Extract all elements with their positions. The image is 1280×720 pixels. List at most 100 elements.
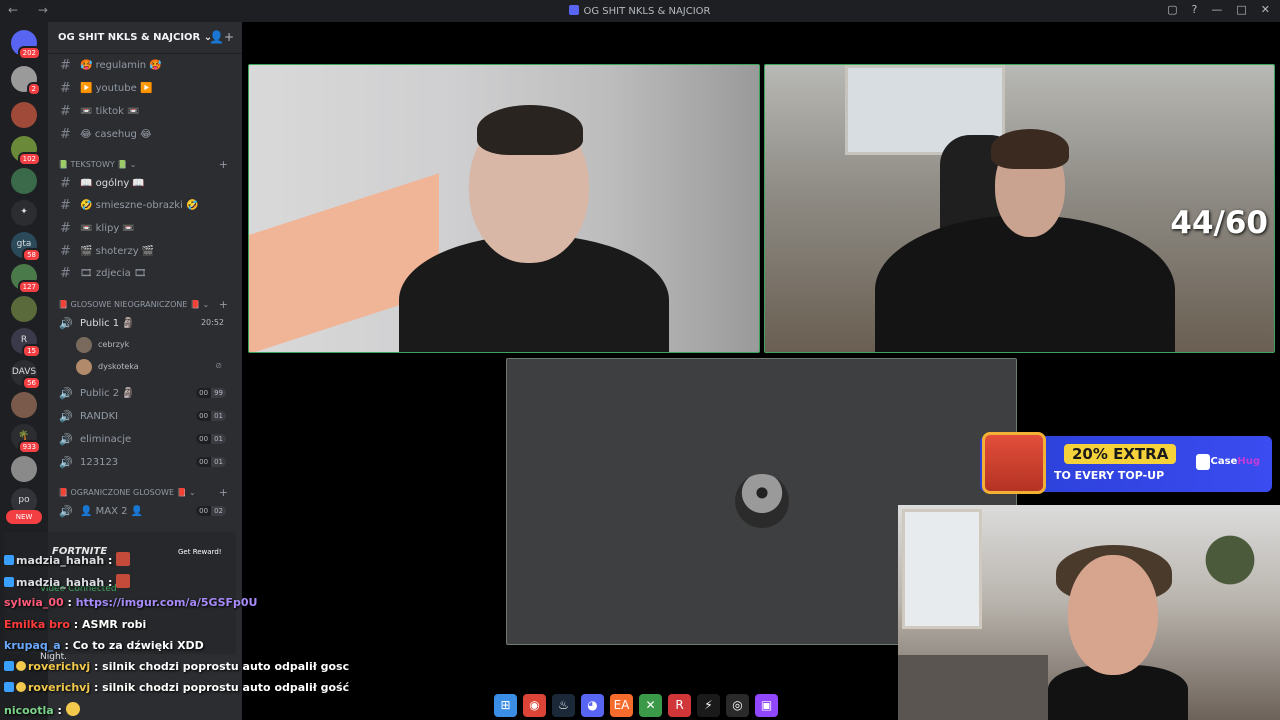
server-icon[interactable]: gta 58 — [11, 232, 41, 262]
chat-text: : — [53, 704, 66, 717]
mention-badge: 202 — [17, 46, 41, 60]
server-icon[interactable] — [11, 102, 37, 128]
server-icon[interactable] — [11, 456, 37, 482]
casehug-logo-icon — [1196, 454, 1210, 470]
inbox-icon[interactable]: ▢ — [1167, 3, 1177, 16]
person-hair — [477, 105, 583, 155]
channel-ogolny[interactable]: # 📖 ogólny 📖 — [56, 174, 236, 194]
channel-casehug[interactable]: # 😂 casehug 😂 — [56, 125, 236, 145]
avatar — [76, 337, 92, 353]
discord-icon[interactable]: ◕ — [581, 693, 604, 717]
chat-message: krupaq_a : Co to za dźwięki XDD — [4, 639, 204, 652]
channel-label: 🎬 shoterzy 🎬 — [80, 246, 155, 257]
chat-message: Emilka bro : ASMR robi — [4, 618, 146, 631]
chat-text: : silnik chodzi poprostu auto odpalił go… — [90, 660, 350, 673]
avatar — [735, 474, 789, 528]
mention-badge: 56 — [22, 376, 41, 390]
category-tekstowy[interactable]: 📗 TEKSTOWY 📗 ⌄ + — [58, 158, 234, 174]
hash-icon: # — [60, 266, 71, 281]
server-icon[interactable]: 🌴 933 — [11, 424, 41, 454]
server-icon[interactable]: 2 — [11, 66, 41, 96]
emote-icon — [116, 574, 131, 588]
channel-shoterzy[interactable]: # 🎬 shoterzy 🎬 — [56, 242, 236, 262]
channel-tiktok[interactable]: # 📼 tiktok 📼 — [56, 102, 236, 122]
server-icon[interactable] — [11, 168, 37, 194]
speaker-icon: 🔊 — [59, 317, 73, 330]
server-icon[interactable]: DAVS 56 — [11, 360, 41, 390]
minimize-button[interactable]: — — [1211, 3, 1222, 16]
server-icon[interactable]: R 15 — [11, 328, 41, 358]
help-icon[interactable]: ? — [1192, 3, 1198, 16]
server-initials: ✦ — [20, 207, 28, 217]
hash-icon: # — [60, 244, 71, 259]
avatar — [76, 359, 92, 375]
twitch-icon[interactable]: ▣ — [755, 693, 778, 717]
ad-headline: 20% EXTRA — [1064, 444, 1177, 464]
channel-regulamin[interactable]: # 🥵 regulamin 🥵 — [56, 56, 236, 76]
server-header[interactable]: OG SHIT NKLS & NAJCIOR ⌄ 👤+ — [48, 22, 242, 54]
new-badge: NEW — [6, 510, 42, 524]
channel-label: 🎞 zdjecia 🎞 — [80, 268, 147, 279]
category-label: 📗 TEKSTOWY 📗 — [58, 160, 128, 169]
xbox-icon[interactable]: ✕ — [639, 693, 662, 717]
server-icon[interactable] — [11, 392, 37, 418]
voice-user-cebrzyk[interactable]: cebrzyk — [76, 335, 226, 355]
channel-smieszne-obrazki[interactable]: # 🤣 smieszne-obrazki 🤣 — [56, 196, 236, 216]
server-icon[interactable] — [11, 296, 37, 322]
chrome-icon[interactable]: ◉ — [523, 693, 546, 717]
voice-user-name: dyskoteka — [98, 362, 139, 371]
server-icon[interactable]: ✦ — [11, 200, 37, 226]
video-tile-user2[interactable]: 44/60 — [764, 64, 1275, 353]
mention-badge: 933 — [17, 440, 41, 454]
steam-icon[interactable]: ♨ — [552, 693, 575, 717]
chat-link[interactable]: https://imgur.com/a/5GSFp0U — [76, 596, 258, 609]
windows-start-icon[interactable]: ⊞ — [494, 693, 517, 717]
voice-channel-123123[interactable]: 🔊 123123 00 01 — [56, 453, 236, 473]
server-name: OG SHIT NKLS & NAJCIOR ⌄ — [58, 32, 213, 43]
riot-icon[interactable]: R — [668, 693, 691, 717]
user-limit-badge: 00 01 — [196, 434, 226, 444]
channel-label: 🤣 smieszne-obrazki 🤣 — [80, 200, 199, 211]
create-channel-icon[interactable]: + — [219, 158, 228, 171]
video-tile-user1[interactable] — [248, 64, 760, 353]
window-title-text: OG SHIT NKLS & NAJCIOR — [583, 6, 711, 17]
channel-label: 📼 tiktok 📼 — [80, 106, 140, 117]
category-glosowe[interactable]: 📕 GLOSOWE NIEOGRANICZONE 📕 ⌄ + — [58, 298, 234, 314]
ea-icon[interactable]: EA — [610, 693, 633, 717]
casehug-ad-banner[interactable]: 20% EXTRA TO EVERY TOP-UP CaseHug — [980, 432, 1272, 494]
voice-channel-eliminacje[interactable]: 🔊 eliminacje 00 01 — [56, 430, 236, 450]
obs-icon[interactable]: ◎ — [726, 693, 749, 717]
sofa — [898, 655, 1048, 720]
hash-icon: # — [60, 176, 71, 191]
channel-klipy[interactable]: # 📼 klipy 📼 — [56, 219, 236, 239]
voice-channel-randki[interactable]: 🔊 RANDKI 00 01 — [56, 407, 236, 427]
close-button[interactable]: ✕ — [1261, 3, 1270, 16]
category-label: 📕 GLOSOWE NIEOGRANICZONE 📕 — [58, 300, 200, 309]
channel-zdjecia[interactable]: # 🎞 zdjecia 🎞 — [56, 264, 236, 284]
voice-channel-public1[interactable]: 🔊 Public 1 🗿 20:52 — [56, 314, 236, 334]
chat-message: madzia_hahah : — [4, 574, 131, 589]
speaker-icon: 🔊 — [59, 410, 73, 423]
server-icon[interactable]: 202 — [11, 30, 41, 60]
emote-icon — [116, 552, 131, 566]
voice-channel-public2[interactable]: 🔊 Public 2 🗿 00 99 — [56, 384, 236, 404]
maximize-button[interactable]: □ — [1236, 3, 1246, 16]
chat-message: sylwia_00 : https://imgur.com/a/5GSFp0U — [4, 596, 257, 609]
server-icon[interactable]: 102 — [11, 136, 41, 166]
mention-badge: 2 — [26, 82, 41, 96]
voice-channel-max2[interactable]: 🔊 👤 MAX 2 👤 00 02 — [56, 502, 236, 522]
mention-badge: 15 — [22, 344, 41, 358]
mention-badge: 58 — [22, 248, 41, 262]
category-ograniczone[interactable]: 📕 OGRANICZONE GLOSOWE 📕 ⌄ + — [58, 486, 234, 502]
server-icon[interactable]: 127 — [11, 264, 41, 294]
channel-youtube[interactable]: # ▶️ youtube ▶️ — [56, 79, 236, 99]
lightning-icon[interactable]: ⚡ — [697, 693, 720, 717]
speaker-icon: 🔊 — [59, 505, 73, 518]
server-initials: po — [18, 495, 30, 505]
create-channel-icon[interactable]: + — [219, 298, 228, 311]
voice-user-dyskoteka[interactable]: dyskoteka ⊘ — [76, 357, 226, 377]
create-channel-icon[interactable]: + — [219, 486, 228, 499]
invite-people-icon[interactable]: 👤+ — [209, 30, 234, 44]
hash-icon: # — [60, 104, 71, 119]
chat-message: roverichvj : silnik chodzi poprostu auto… — [4, 681, 349, 694]
